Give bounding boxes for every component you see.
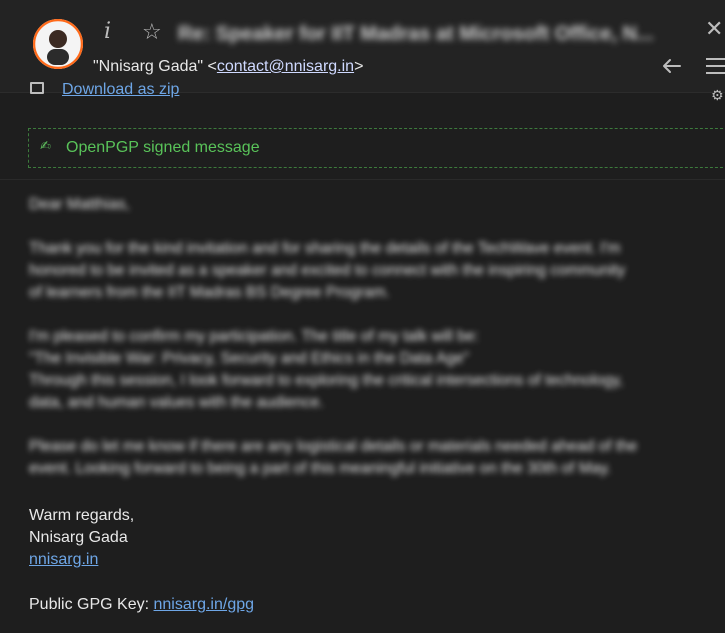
paragraph-line: Thank you for the kind invitation and fo… bbox=[29, 240, 621, 257]
greeting: Dear Matthias, bbox=[29, 196, 130, 213]
gpg-key-link[interactable]: nnisarg.in/gpg bbox=[154, 596, 255, 613]
paragraph-line: data, and human values with the audience… bbox=[29, 394, 324, 411]
message-subject: Re: Speaker for IIT Madras at Microsoft … bbox=[178, 23, 654, 45]
sender-avatar[interactable] bbox=[33, 19, 83, 69]
star-icon[interactable]: ☆ bbox=[142, 21, 162, 45]
message-body: Dear Matthias, Thank you for the kind in… bbox=[29, 194, 725, 502]
gpg-key-label: Public GPG Key: bbox=[29, 596, 154, 613]
sender-email-link[interactable]: contact@nnisarg.in bbox=[217, 58, 354, 75]
pgp-signature-box[interactable]: ✍ OpenPGP signed message bbox=[28, 128, 725, 168]
paragraph-2: I'm pleased to confirm my participation.… bbox=[29, 326, 725, 414]
paragraph-line: Please do let me know if there are any l… bbox=[29, 438, 638, 455]
sender-name: "Nnisarg Gada" bbox=[93, 58, 204, 75]
paragraph-line: "The Invisible War: Privacy, Security an… bbox=[29, 350, 470, 367]
pgp-status-label: OpenPGP signed message bbox=[66, 139, 260, 156]
menu-icon[interactable] bbox=[706, 58, 725, 74]
signature-site-link[interactable]: nnisarg.in bbox=[29, 551, 98, 568]
signature: Warm regards, Nnisarg Gada nnisarg.in bbox=[29, 505, 134, 571]
angle-open: < bbox=[207, 58, 217, 75]
angle-close: > bbox=[354, 58, 364, 75]
paragraph-1: Thank you for the kind invitation and fo… bbox=[29, 238, 725, 304]
paragraph-3: Please do let me know if there are any l… bbox=[29, 436, 725, 480]
attachments-row: Download as zip ⚙ bbox=[0, 80, 725, 102]
paragraph-line: honored to be invited as a speaker and e… bbox=[29, 262, 626, 279]
gear-icon[interactable]: ⚙ bbox=[711, 88, 724, 102]
close-icon[interactable]: ✕ bbox=[705, 18, 723, 42]
paragraph-line: I'm pleased to confirm my participation.… bbox=[29, 328, 479, 345]
paragraph-line: event. Looking forward to being a part o… bbox=[29, 460, 612, 477]
download-zip-link[interactable]: Download as zip bbox=[62, 80, 179, 100]
info-icon[interactable]: i bbox=[104, 20, 122, 44]
signature-name: Nnisarg Gada bbox=[29, 529, 128, 546]
sender-line: "Nnisarg Gada" <contact@nnisarg.in> bbox=[93, 57, 363, 77]
paragraph-line: Through this session, I look forward to … bbox=[29, 372, 624, 389]
divider bbox=[0, 179, 725, 180]
reply-icon[interactable] bbox=[662, 56, 682, 76]
paragraph-line: of learners from the IIT Madras BS Degre… bbox=[29, 284, 390, 301]
zip-icon bbox=[30, 82, 44, 94]
gpg-key-line: Public GPG Key: nnisarg.in/gpg bbox=[29, 594, 254, 616]
signature-closing: Warm regards, bbox=[29, 507, 135, 524]
pen-icon: ✍ bbox=[40, 139, 51, 154]
